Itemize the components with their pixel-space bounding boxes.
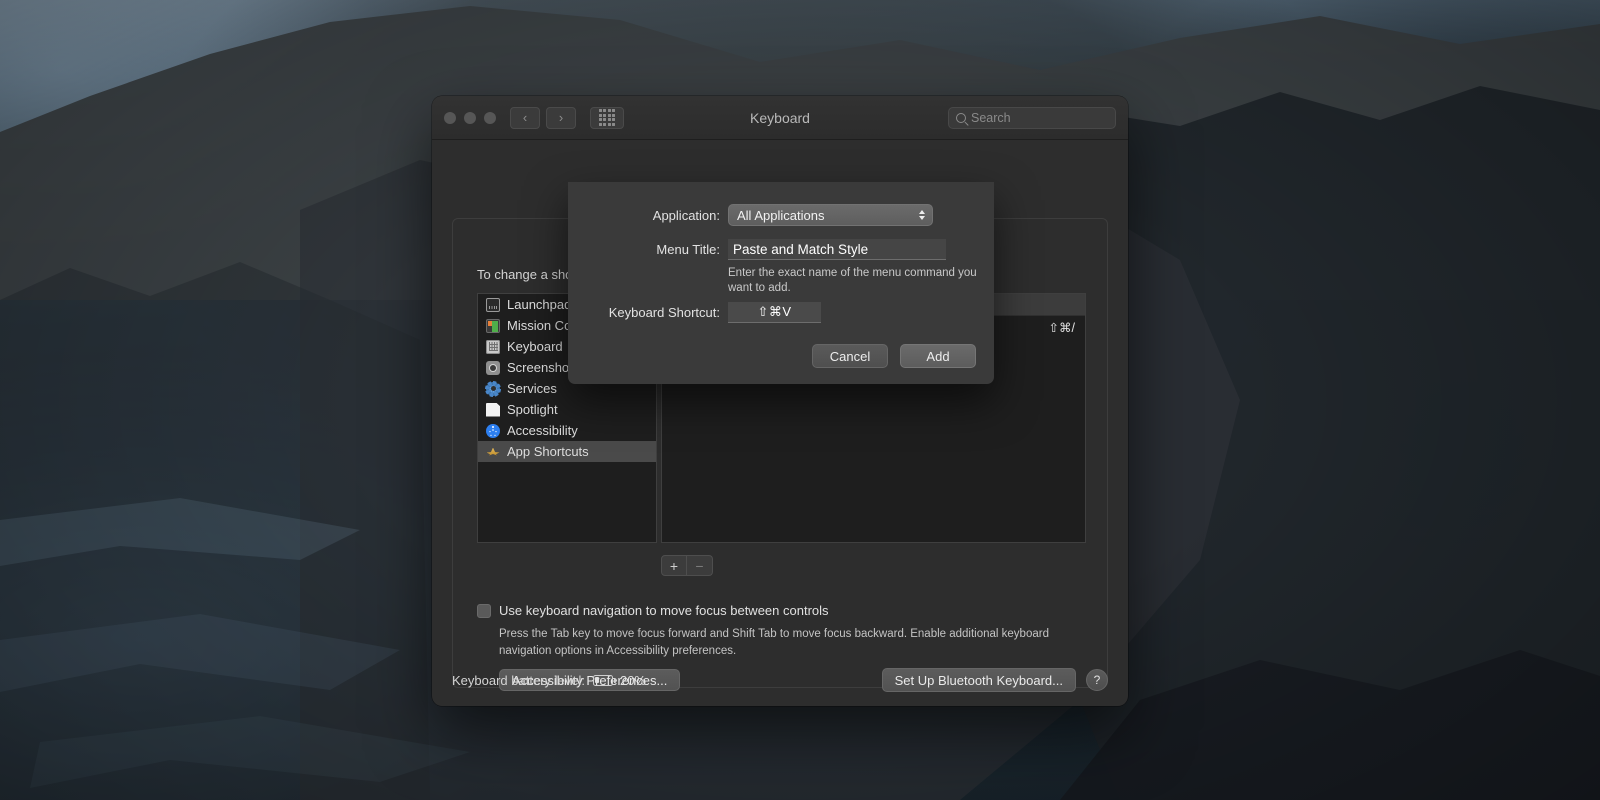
menu-title-row: Menu Title: Paste and Match Style xyxy=(568,239,994,260)
keyboard-navigation-row[interactable]: Use keyboard navigation to move focus be… xyxy=(477,603,1083,618)
battery-percent: 20% xyxy=(619,672,646,688)
shortcut-keys: ⇧⌘/ xyxy=(1048,320,1075,335)
search-placeholder: Search xyxy=(971,111,1011,125)
keyboard-navigation-label: Use keyboard navigation to move focus be… xyxy=(499,603,829,618)
bottom-right-controls: Set Up Bluetooth Keyboard... ? xyxy=(881,668,1108,692)
window-titlebar: ‹ › Keyboard Search xyxy=(432,96,1128,140)
desktop-wallpaper: ‹ › Keyboard Search To change a shortcut… xyxy=(0,0,1600,800)
help-button[interactable]: ? xyxy=(1086,669,1108,691)
list-item-app-shortcuts[interactable]: App Shortcuts xyxy=(478,441,656,462)
search-input[interactable]: Search xyxy=(948,107,1116,129)
application-row: Application: All Applications xyxy=(568,204,994,226)
chevron-updown-icon xyxy=(919,210,925,220)
add-shortcut-button[interactable]: + xyxy=(661,555,687,576)
shortcut-row: Keyboard Shortcut: ⇧⌘V xyxy=(568,302,994,323)
category-label: Keyboard xyxy=(507,339,563,354)
screenshot-icon xyxy=(486,360,500,375)
application-select[interactable]: All Applications xyxy=(728,204,933,226)
battery-label: Keyboard battery level: xyxy=(452,672,585,688)
category-label: App Shortcuts xyxy=(507,444,589,459)
show-all-icon[interactable] xyxy=(590,106,624,129)
application-value: All Applications xyxy=(737,207,825,223)
keyboard-preferences-window: ‹ › Keyboard Search To change a shortcut… xyxy=(432,96,1128,706)
category-label: Spotlight xyxy=(507,402,558,417)
add-remove-controls[interactable]: + − xyxy=(661,555,713,576)
services-icon xyxy=(485,380,501,397)
keyboard-navigation-checkbox[interactable] xyxy=(477,603,491,618)
accessibility-icon xyxy=(486,423,500,438)
back-button[interactable]: ‹ xyxy=(510,106,540,129)
battery-icon xyxy=(592,674,616,686)
app-shortcuts-icon xyxy=(486,445,500,459)
shortcut-label: Keyboard Shortcut: xyxy=(608,305,720,320)
cancel-button[interactable]: Cancel xyxy=(812,344,888,368)
bottom-bar: Keyboard battery level: 20% Set Up Bluet… xyxy=(452,666,1108,694)
preferences-body: To change a shortcut, select it, click t… xyxy=(432,140,1128,706)
search-icon xyxy=(956,113,966,123)
traffic-lights[interactable] xyxy=(444,111,496,124)
add-button[interactable]: Add xyxy=(900,344,976,368)
launchpad-icon xyxy=(486,297,500,312)
setup-bluetooth-keyboard-button[interactable]: Set Up Bluetooth Keyboard... xyxy=(881,668,1076,692)
shortcut-input[interactable]: ⇧⌘V xyxy=(728,302,821,323)
list-item[interactable]: Spotlight xyxy=(478,399,656,420)
application-label: Application: xyxy=(652,207,720,223)
spotlight-icon xyxy=(486,402,500,417)
mission-control-icon xyxy=(486,318,500,333)
menu-title-label: Menu Title: xyxy=(656,242,720,257)
add-shortcut-sheet: Application: All Applications Menu Title… xyxy=(568,182,994,384)
keyboard-navigation-help: Press the Tab key to move focus forward … xyxy=(499,628,1049,657)
sheet-buttons: Cancel Add xyxy=(812,344,976,368)
list-item[interactable]: Accessibility xyxy=(478,420,656,441)
zoom-button[interactable] xyxy=(484,111,496,124)
minimize-button[interactable] xyxy=(464,111,476,124)
category-label: Services xyxy=(507,381,557,396)
close-button[interactable] xyxy=(444,111,456,124)
menu-title-hint: Enter the exact name of the menu command… xyxy=(728,267,977,295)
menu-title-input[interactable]: Paste and Match Style xyxy=(728,239,946,260)
tab-bar xyxy=(452,140,1108,174)
remove-shortcut-button[interactable]: − xyxy=(687,555,713,576)
keyboard-icon xyxy=(486,339,500,354)
category-label: Accessibility xyxy=(507,423,578,438)
forward-button[interactable]: › xyxy=(546,106,576,129)
grid-dots xyxy=(598,109,616,126)
